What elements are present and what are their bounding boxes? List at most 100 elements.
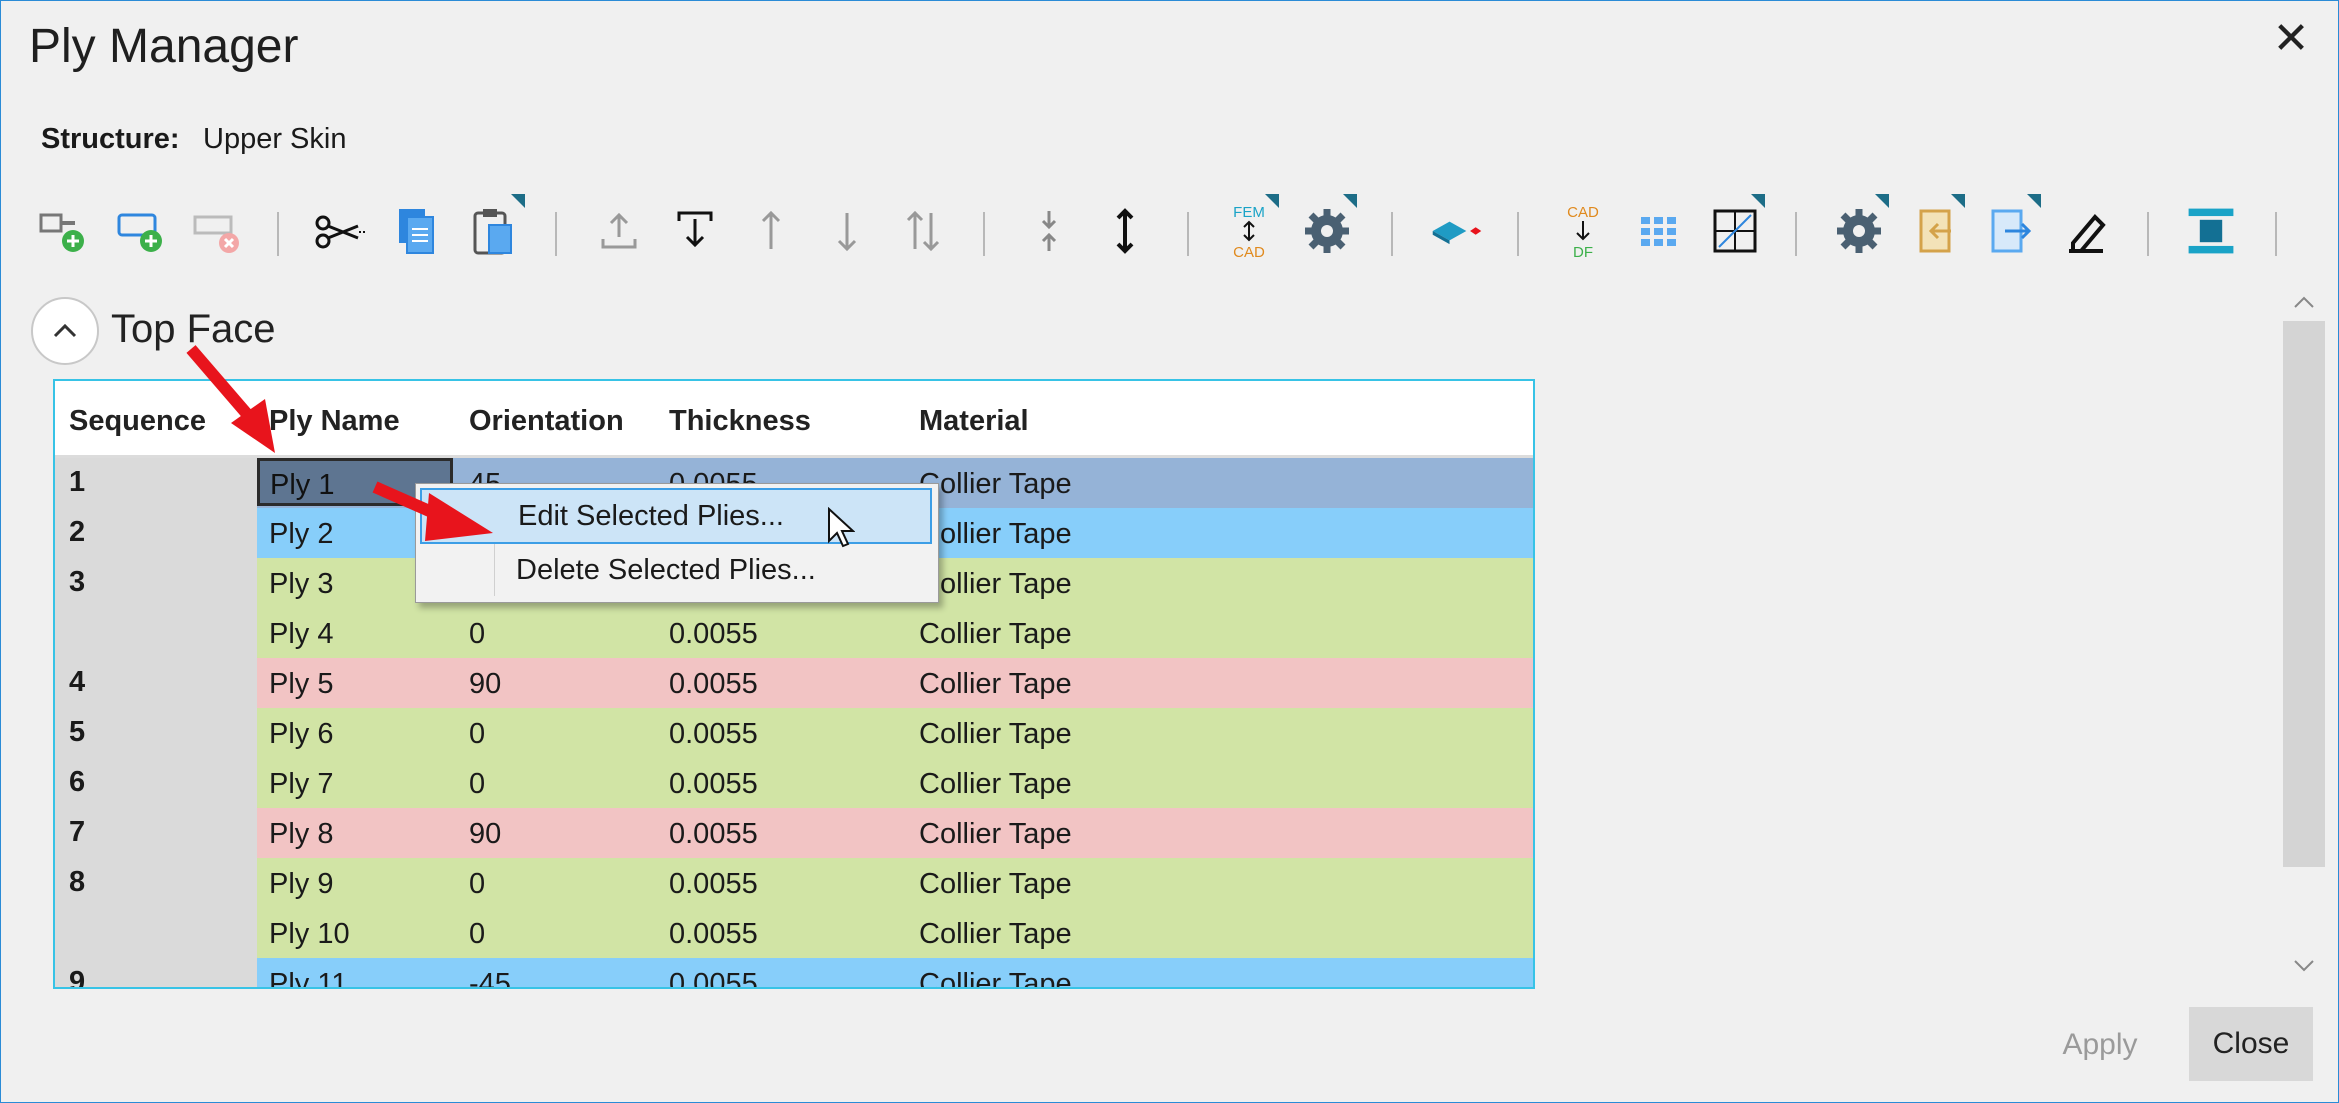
move-to-bottom-icon[interactable] xyxy=(667,196,723,266)
thickness-cell[interactable]: 0.0055 xyxy=(669,668,758,701)
scroll-up-icon[interactable] xyxy=(2291,291,2317,315)
stack-icon[interactable] xyxy=(2183,196,2239,266)
row-cells[interactable]: Ply 8 90 0.0055 Collier Tape xyxy=(257,808,1533,859)
material-cell[interactable]: Collier Tape xyxy=(919,918,1072,951)
table-row[interactable]: 5 Ply 6 0 0.0055 Collier Tape xyxy=(55,708,1533,759)
settings-icon[interactable] xyxy=(1299,194,1357,266)
table-row[interactable]: 6 Ply 7 0 0.0055 Collier Tape xyxy=(55,758,1533,809)
edit-pencil-icon[interactable] xyxy=(2059,196,2115,266)
vertical-scrollbar[interactable] xyxy=(2283,321,2325,867)
column-header-orientation[interactable]: Orientation xyxy=(469,405,624,438)
close-icon[interactable]: ✕ xyxy=(2271,17,2311,61)
ply-name-cell[interactable]: Ply 6 xyxy=(269,718,333,751)
row-cells[interactable]: Ply 4 0 0.0055 Collier Tape xyxy=(257,608,1533,659)
material-cell[interactable]: Collier Tape xyxy=(919,768,1072,801)
cad-df-icon[interactable]: CAD DF xyxy=(1555,196,1611,266)
paste-icon[interactable] xyxy=(467,194,525,266)
ply-name-cell[interactable]: Ply 7 xyxy=(269,768,333,801)
layer-icon[interactable] xyxy=(1429,196,1485,266)
thickness-cell[interactable]: 0.0055 xyxy=(669,768,758,801)
sequence-cell[interactable]: 3 xyxy=(55,558,257,608)
material-cell[interactable]: Collier Tape xyxy=(919,718,1072,751)
collapse-rows-icon[interactable] xyxy=(1021,196,1077,266)
sequence-cell[interactable]: 5 xyxy=(55,708,257,758)
material-cell[interactable]: Collier Tape xyxy=(919,868,1072,901)
table-row[interactable]: 9 Ply 11 -45 0.0055 Collier Tape xyxy=(55,958,1533,987)
row-cells[interactable]: Ply 11 -45 0.0055 Collier Tape xyxy=(257,958,1533,987)
row-cells[interactable]: Ply 6 0 0.0055 Collier Tape xyxy=(257,708,1533,759)
ply-name-cell[interactable]: Ply 3 xyxy=(269,568,333,601)
sequence-cell[interactable]: 4 xyxy=(55,658,257,708)
table-row[interactable]: Ply 10 0 0.0055 Collier Tape xyxy=(55,908,1533,959)
material-cell[interactable]: Collier Tape xyxy=(919,968,1072,987)
row-cells[interactable]: Ply 5 90 0.0055 Collier Tape xyxy=(257,658,1533,709)
sequence-cell[interactable] xyxy=(55,608,257,658)
sequence-cell[interactable]: 6 xyxy=(55,758,257,808)
table-row[interactable]: 4 Ply 5 90 0.0055 Collier Tape xyxy=(55,658,1533,709)
apply-button[interactable]: Apply xyxy=(2041,1009,2159,1081)
gear-icon[interactable] xyxy=(1831,194,1889,266)
row-cells[interactable]: Ply 10 0 0.0055 Collier Tape xyxy=(257,908,1533,959)
ply-name-cell[interactable]: Ply 10 xyxy=(269,918,350,951)
table-split-icon[interactable] xyxy=(1707,194,1765,266)
move-to-top-icon[interactable] xyxy=(591,196,647,266)
remove-ply-icon[interactable] xyxy=(189,196,245,266)
import-icon[interactable] xyxy=(1907,194,1965,266)
orientation-cell[interactable]: 0 xyxy=(469,918,485,951)
material-cell[interactable]: Collier Tape xyxy=(919,818,1072,851)
reverse-order-icon[interactable] xyxy=(895,196,951,266)
material-cell[interactable]: Collier Tape xyxy=(919,668,1072,701)
material-cell[interactable]: Collier Tape xyxy=(919,468,1072,501)
row-cells[interactable]: Ply 7 0 0.0055 Collier Tape xyxy=(257,758,1533,809)
sequence-cell[interactable]: 9 xyxy=(55,958,257,987)
ply-name-cell[interactable]: Ply 2 xyxy=(269,518,333,551)
orientation-cell[interactable]: 0 xyxy=(469,768,485,801)
thickness-cell[interactable]: 0.0055 xyxy=(669,918,758,951)
thickness-cell[interactable]: 0.0055 xyxy=(669,968,758,987)
ply-name-cell[interactable]: Ply 11 xyxy=(269,968,347,987)
orientation-cell[interactable]: 90 xyxy=(469,668,501,701)
thickness-cell[interactable]: 0.0055 xyxy=(669,818,758,851)
export-icon[interactable] xyxy=(1983,194,2041,266)
scroll-down-icon[interactable] xyxy=(2291,953,2317,977)
orientation-cell[interactable]: 0 xyxy=(469,718,485,751)
column-header-thickness[interactable]: Thickness xyxy=(669,405,811,438)
move-up-icon[interactable] xyxy=(743,196,799,266)
table-row[interactable]: Ply 4 0 0.0055 Collier Tape xyxy=(55,608,1533,659)
ply-name-cell[interactable]: Ply 5 xyxy=(269,668,333,701)
ply-name-cell[interactable]: Ply 8 xyxy=(269,818,333,851)
sequence-cell[interactable] xyxy=(55,908,257,958)
menu-item-delete-selected-plies[interactable]: Delete Selected Plies... xyxy=(420,544,928,596)
column-header-material[interactable]: Material xyxy=(919,405,1029,438)
ply-name-cell[interactable]: Ply 4 xyxy=(269,618,333,651)
thickness-cell[interactable]: 0.0055 xyxy=(669,618,758,651)
grid-icon[interactable] xyxy=(1631,196,1687,266)
thickness-cell[interactable]: 0.0055 xyxy=(669,718,758,751)
collapse-section-button[interactable] xyxy=(31,297,99,365)
move-down-icon[interactable] xyxy=(819,196,875,266)
sequence-cell[interactable]: 7 xyxy=(55,808,257,858)
close-button[interactable]: Close xyxy=(2189,1007,2313,1081)
sequence-value: 5 xyxy=(69,716,86,748)
expand-rows-icon[interactable] xyxy=(1097,196,1153,266)
material-cell[interactable]: Collier Tape xyxy=(919,568,1072,601)
sequence-cell[interactable]: 8 xyxy=(55,858,257,908)
add-ply-icon[interactable] xyxy=(35,196,91,266)
sequence-cell[interactable]: 2 xyxy=(55,508,257,558)
ply-name-cell[interactable]: Ply 9 xyxy=(269,868,333,901)
table-row[interactable]: 7 Ply 8 90 0.0055 Collier Tape xyxy=(55,808,1533,859)
orientation-cell[interactable]: -45 xyxy=(469,968,511,987)
table-row[interactable]: 8 Ply 9 0 0.0055 Collier Tape xyxy=(55,858,1533,909)
orientation-cell[interactable]: 90 xyxy=(469,818,501,851)
add-ply-group-icon[interactable] xyxy=(113,196,169,266)
material-cell[interactable]: Collier Tape xyxy=(919,618,1072,651)
orientation-cell[interactable]: 0 xyxy=(469,618,485,651)
fem-cad-icon[interactable]: FEM CAD xyxy=(1221,194,1279,266)
row-cells[interactable]: Ply 9 0 0.0055 Collier Tape xyxy=(257,858,1533,909)
orientation-cell[interactable]: 0 xyxy=(469,868,485,901)
copy-icon[interactable] xyxy=(389,196,445,266)
thickness-cell[interactable]: 0.0055 xyxy=(669,868,758,901)
cut-icon[interactable] xyxy=(311,196,367,266)
material-cell[interactable]: Collier Tape xyxy=(919,518,1072,551)
sequence-cell[interactable]: 1 xyxy=(55,458,257,508)
